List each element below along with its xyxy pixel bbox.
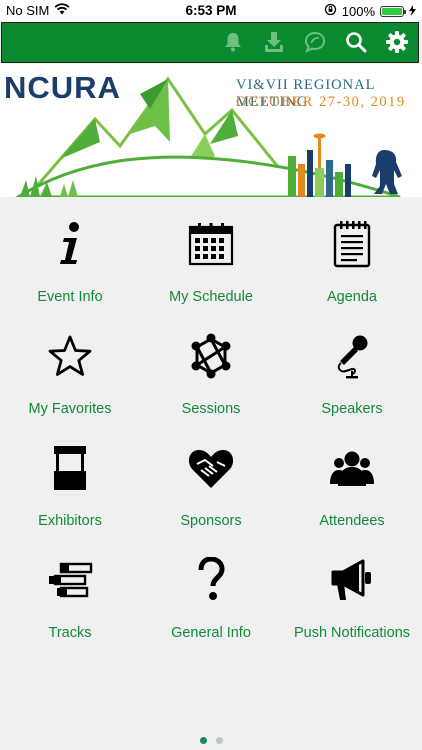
status-right: 100%: [324, 3, 416, 19]
star-icon: [42, 324, 98, 388]
page-indicator[interactable]: [0, 737, 422, 744]
menu-label: Push Notifications: [293, 625, 411, 641]
menu-label: Exhibitors: [38, 513, 102, 529]
notepad-icon: [324, 212, 380, 276]
menu-tile-my-favorites[interactable]: My Favorites: [0, 324, 140, 436]
menu-tile-attendees[interactable]: Attendees: [282, 436, 422, 548]
menu-label: My Schedule: [169, 289, 253, 305]
battery-percent: 100%: [341, 3, 375, 19]
menu-label: Attendees: [319, 513, 385, 529]
search-icon[interactable]: [343, 29, 369, 55]
menu-label: My Favorites: [28, 401, 112, 417]
bell-icon[interactable]: [220, 29, 246, 55]
menu-tile-push-notifications[interactable]: Push Notifications: [282, 548, 422, 660]
menu-tile-tracks[interactable]: Tracks: [0, 548, 140, 660]
info-icon: [42, 212, 98, 276]
menu-tile-speakers[interactable]: Speakers: [282, 324, 422, 436]
download-icon[interactable]: [261, 29, 287, 55]
menu-label: Event Info: [37, 289, 103, 305]
menu-tile-general-info[interactable]: General Info: [141, 548, 281, 660]
menu-label: Speakers: [321, 401, 383, 417]
megaphone-icon: [324, 548, 380, 612]
page-dot-1[interactable]: [199, 737, 207, 744]
charging-bolt-icon: [409, 4, 416, 19]
network-icon: [183, 324, 239, 388]
menu-tile-sessions[interactable]: Sessions: [141, 324, 281, 436]
menu-tile-exhibitors[interactable]: Exhibitors: [0, 436, 140, 548]
calendar-icon: [183, 212, 239, 276]
menu-label: General Info: [171, 625, 251, 641]
menu-tile-event-info[interactable]: Event Info: [0, 212, 140, 324]
top-toolbar: [1, 22, 419, 63]
ncura-logo: NCURA: [4, 70, 121, 105]
chat-bubble-icon[interactable]: [302, 29, 328, 55]
event-banner: NCURA VI&VII REGIONAL MEETING OCTOBER 27…: [0, 64, 422, 197]
tracks-icon: [42, 548, 98, 612]
battery-icon: [380, 5, 406, 17]
toolbar-icons: [220, 29, 410, 55]
battery-fill: [382, 7, 402, 15]
microphone-icon: [324, 324, 380, 388]
menu-tile-sponsors[interactable]: Sponsors: [141, 436, 281, 548]
group-icon: [324, 436, 380, 500]
rotation-lock-icon: [324, 3, 337, 19]
menu-label: Agenda: [327, 289, 377, 305]
menu-tile-my-schedule[interactable]: My Schedule: [141, 212, 281, 324]
page-dot-2[interactable]: [215, 737, 223, 744]
handshake-heart-icon: [183, 436, 239, 500]
menu-label: Sponsors: [180, 513, 242, 529]
booth-icon: [42, 436, 98, 500]
status-bar: No SIM 6:53 PM 100%: [0, 0, 422, 22]
gear-icon[interactable]: [384, 29, 410, 55]
menu-label: Tracks: [48, 625, 92, 641]
menu-label: Sessions: [181, 401, 241, 417]
menu-tile-agenda[interactable]: Agenda: [282, 212, 422, 324]
question-icon: [183, 548, 239, 612]
meeting-dates: OCTOBER 27-30, 2019: [236, 94, 406, 110]
